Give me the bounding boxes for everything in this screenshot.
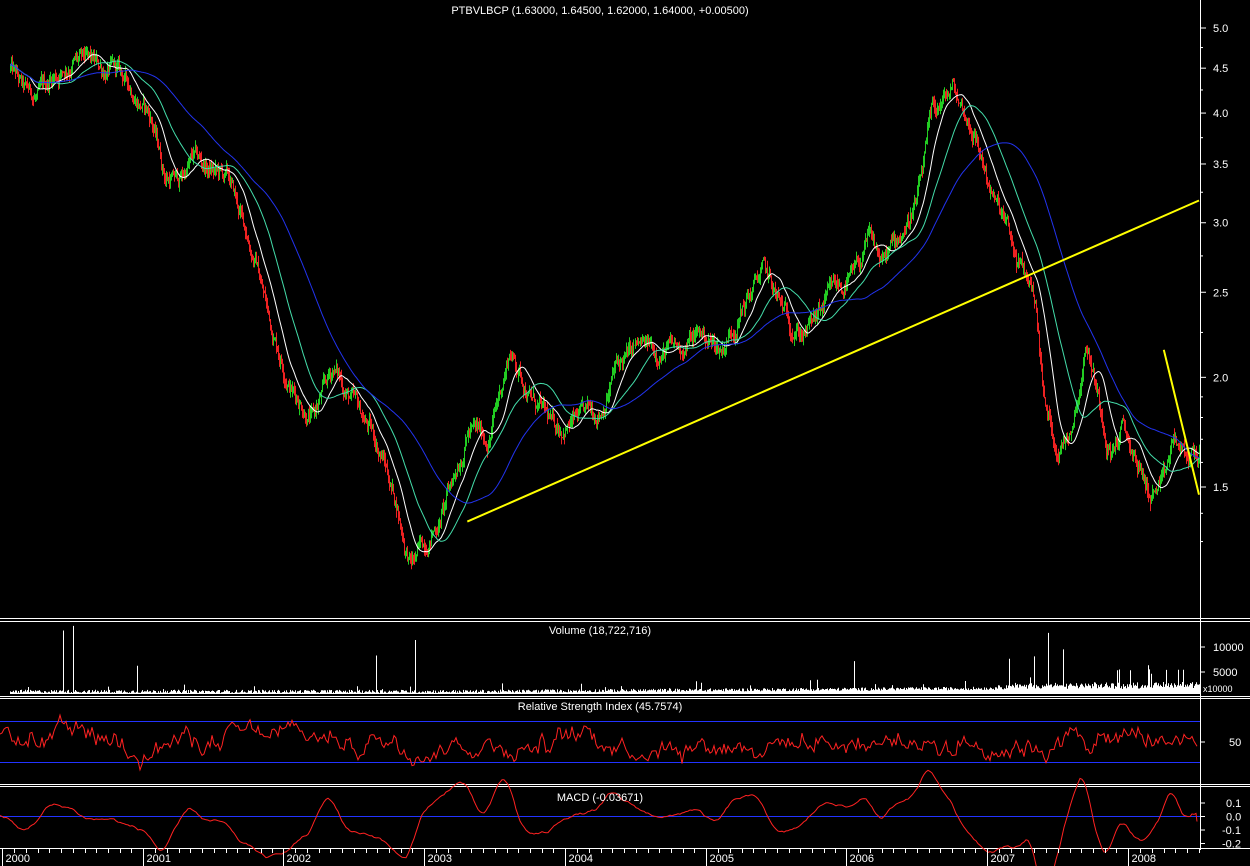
rsi-y-tick-label: 50	[1229, 737, 1241, 749]
volume-panel-title: Volume (18,722,716)	[549, 625, 651, 637]
price-y-tick-label: 1.5	[1213, 482, 1228, 494]
price-y-tick-label: 3.5	[1213, 159, 1228, 171]
volume-y-tick-label: 5000	[1213, 667, 1237, 679]
volume-scale-label: x10000	[1203, 684, 1233, 694]
x-tick-label: 2001	[147, 853, 171, 865]
x-tick-label: 2006	[850, 853, 874, 865]
x-tick-label: 2004	[569, 853, 593, 865]
macd-panel-title: MACD (-0.03671)	[557, 792, 643, 804]
price-y-tick-label: 3.0	[1213, 218, 1228, 230]
macd-y-tick-label: 0.1	[1226, 798, 1241, 810]
x-tick-label: 2000	[6, 853, 30, 865]
rsi-panel-title: Relative Strength Index (45.7574)	[518, 701, 683, 713]
price-y-tick-label: 4.5	[1213, 63, 1228, 75]
x-tick-label: 2007	[991, 853, 1015, 865]
price-y-tick-label: 2.0	[1213, 372, 1228, 384]
price-panel-title: PTBVLBCP (1.63000, 1.64500, 1.62000, 1.6…	[451, 5, 748, 17]
stock-chart: 1.5 2.0 2.5 3.0 3.5 4.0 4.5 5.0 PTBVLBCP (1.630…	[0, 0, 1250, 866]
x-tick-label: 2005	[710, 853, 734, 865]
x-tick-label: 2003	[428, 853, 452, 865]
price-y-tick-label: 2.5	[1213, 287, 1228, 299]
chart-background	[0, 0, 1250, 866]
macd-y-tick-label: -0.1	[1222, 825, 1241, 837]
price-y-tick-label: 5.0	[1213, 23, 1228, 35]
macd-y-tick-label: -0.2	[1222, 839, 1241, 851]
price-y-tick-label: 4.0	[1213, 108, 1228, 120]
macd-y-tick-label: 0.0	[1226, 812, 1241, 824]
volume-y-tick-label: 10000	[1213, 642, 1244, 654]
x-tick-label: 2002	[287, 853, 311, 865]
x-tick-label: 2008	[1132, 853, 1156, 865]
